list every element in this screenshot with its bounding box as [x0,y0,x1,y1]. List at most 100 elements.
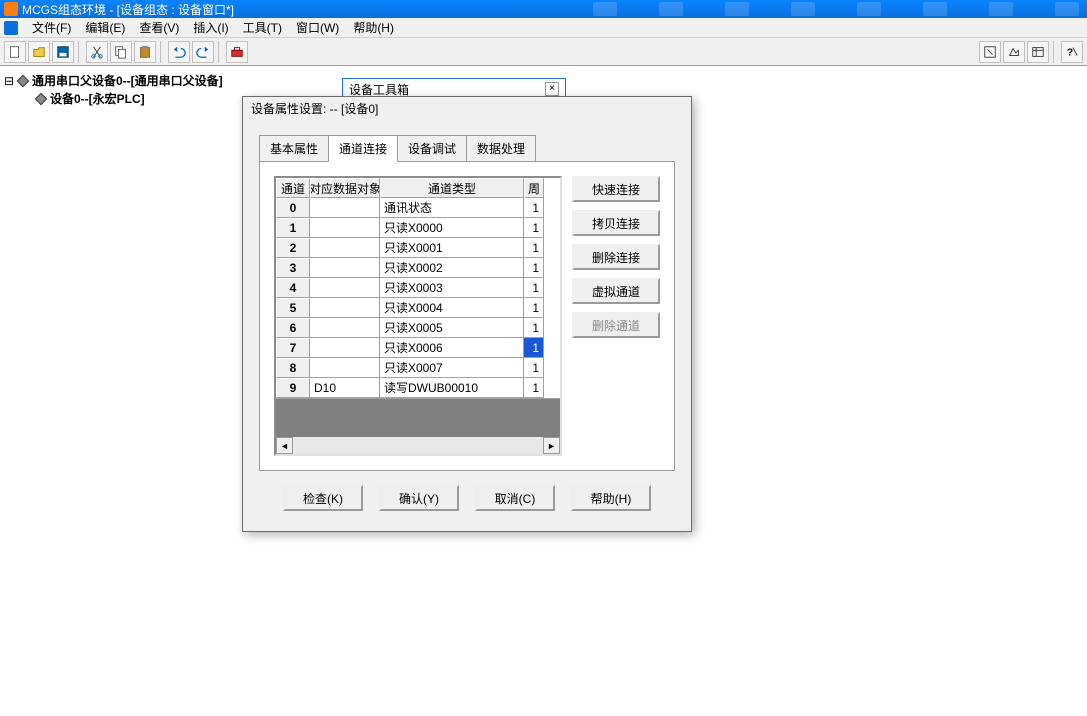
cell-type[interactable]: 读写DWUB00010 [380,378,524,398]
virtual-channel-button[interactable]: 虚拟通道 [572,278,660,304]
menu-view[interactable]: 查看(V) [133,17,185,38]
cell-ch[interactable]: 0 [276,198,310,218]
col-object[interactable]: 对应数据对象 [310,178,380,198]
grid-empty-area [276,398,560,437]
col-channel[interactable]: 通道 [276,178,310,198]
help-button[interactable]: 帮助(H) [571,485,651,511]
tool-b-icon[interactable] [1003,41,1025,63]
cell-type[interactable]: 只读X0006 [380,338,524,358]
table-row[interactable]: 5 只读X00041 [276,298,560,318]
cell-ch[interactable]: 9 [276,378,310,398]
system-menu-icon[interactable] [4,21,18,35]
tool-a-icon[interactable] [979,41,1001,63]
cancel-button[interactable]: 取消(C) [475,485,555,511]
app-logo-icon [4,2,18,16]
cell-ch[interactable]: 5 [276,298,310,318]
scroll-track[interactable] [293,437,543,454]
cell-type[interactable]: 通讯状态 [380,198,524,218]
cell-obj[interactable] [310,298,380,318]
cell-type[interactable]: 只读X0003 [380,278,524,298]
cell-ch[interactable]: 4 [276,278,310,298]
cell-ch[interactable]: 3 [276,258,310,278]
menu-tools[interactable]: 工具(T) [237,17,288,38]
check-button[interactable]: 检查(K) [283,485,363,511]
titlebar-text: MCGS组态环境 - [设备组态 : 设备窗口*] [22,1,234,18]
tool-c-icon[interactable] [1027,41,1049,63]
cell-obj[interactable] [310,198,380,218]
cell-obj[interactable] [310,338,380,358]
cell-type[interactable]: 只读X0007 [380,358,524,378]
undo-icon[interactable] [168,41,190,63]
cell-per[interactable]: 1 [524,258,544,278]
copy-connect-button[interactable]: 拷贝连接 [572,210,660,236]
cell-per[interactable]: 1 [524,338,544,358]
cell-obj[interactable] [310,258,380,278]
device-tree: ⊟ 通用串口父设备0--[通用串口父设备] 设备0--[永宏PLC] [4,72,223,108]
save-icon[interactable] [52,41,74,63]
toolbox-icon[interactable] [226,41,248,63]
cell-ch[interactable]: 2 [276,238,310,258]
cell-type[interactable]: 只读X0005 [380,318,524,338]
tab-data[interactable]: 数据处理 [466,135,536,162]
cell-type[interactable]: 只读X0002 [380,258,524,278]
copy-icon[interactable] [110,41,132,63]
table-row[interactable]: 8 只读X00071 [276,358,560,378]
scroll-left-icon[interactable]: ◄ [276,437,293,454]
tree-root-row[interactable]: ⊟ 通用串口父设备0--[通用串口父设备] [4,72,223,90]
cell-obj[interactable] [310,278,380,298]
table-row[interactable]: 1只读X00001 [276,218,560,238]
cell-type[interactable]: 只读X0001 [380,238,524,258]
cell-per[interactable]: 1 [524,238,544,258]
cell-per[interactable]: 1 [524,198,544,218]
help-icon[interactable]: ? [1061,41,1083,63]
table-row[interactable]: 3 只读X00021 [276,258,560,278]
paste-icon[interactable] [134,41,156,63]
cell-per[interactable]: 1 [524,218,544,238]
cell-per[interactable]: 1 [524,298,544,318]
menu-insert[interactable]: 插入(I) [187,17,234,38]
cell-type[interactable]: 只读X0004 [380,298,524,318]
tab-channel[interactable]: 通道连接 [328,135,398,162]
tab-debug[interactable]: 设备调试 [397,135,467,162]
scroll-right-icon[interactable]: ► [543,437,560,454]
cell-obj[interactable]: D10 [310,378,380,398]
cell-per[interactable]: 1 [524,378,544,398]
quick-connect-button[interactable]: 快速连接 [572,176,660,202]
table-row[interactable]: 4 只读X00031 [276,278,560,298]
table-row[interactable]: 6 只读X00051 [276,318,560,338]
col-period[interactable]: 周 [524,178,544,198]
cell-ch[interactable]: 6 [276,318,310,338]
col-type[interactable]: 通道类型 [380,178,524,198]
cell-type[interactable]: 只读X0000 [380,218,524,238]
grid-hscroll[interactable]: ◄ ► [276,437,560,454]
new-icon[interactable] [4,41,26,63]
table-row[interactable]: 9D10读写DWUB000101 [276,378,560,398]
cell-per[interactable]: 1 [524,318,544,338]
table-row[interactable]: 2 只读X00011 [276,238,560,258]
cell-per[interactable]: 1 [524,278,544,298]
menu-help[interactable]: 帮助(H) [347,17,400,38]
cell-obj[interactable] [310,358,380,378]
cell-obj[interactable] [310,238,380,258]
cell-ch[interactable]: 7 [276,338,310,358]
cut-icon[interactable] [86,41,108,63]
tab-basic[interactable]: 基本属性 [259,135,329,162]
cell-obj[interactable] [310,218,380,238]
device-child-icon [31,89,51,109]
open-icon[interactable] [28,41,50,63]
tree-child-row[interactable]: 设备0--[永宏PLC] [34,90,223,108]
delete-connect-button[interactable]: 删除连接 [572,244,660,270]
table-row[interactable]: 7 只读X00061 [276,338,560,358]
cell-per[interactable]: 1 [524,358,544,378]
menu-file[interactable]: 文件(F) [26,17,77,38]
toolbox-close-icon[interactable]: × [545,82,559,96]
ok-button[interactable]: 确认(Y) [379,485,459,511]
cell-ch[interactable]: 1 [276,218,310,238]
menu-edit[interactable]: 编辑(E) [79,17,131,38]
menu-window[interactable]: 窗口(W) [290,17,345,38]
cell-obj[interactable] [310,318,380,338]
redo-icon[interactable] [192,41,214,63]
delete-channel-button[interactable]: 删除通道 [572,312,660,338]
cell-ch[interactable]: 8 [276,358,310,378]
table-row[interactable]: 0 通讯状态1 [276,198,560,218]
